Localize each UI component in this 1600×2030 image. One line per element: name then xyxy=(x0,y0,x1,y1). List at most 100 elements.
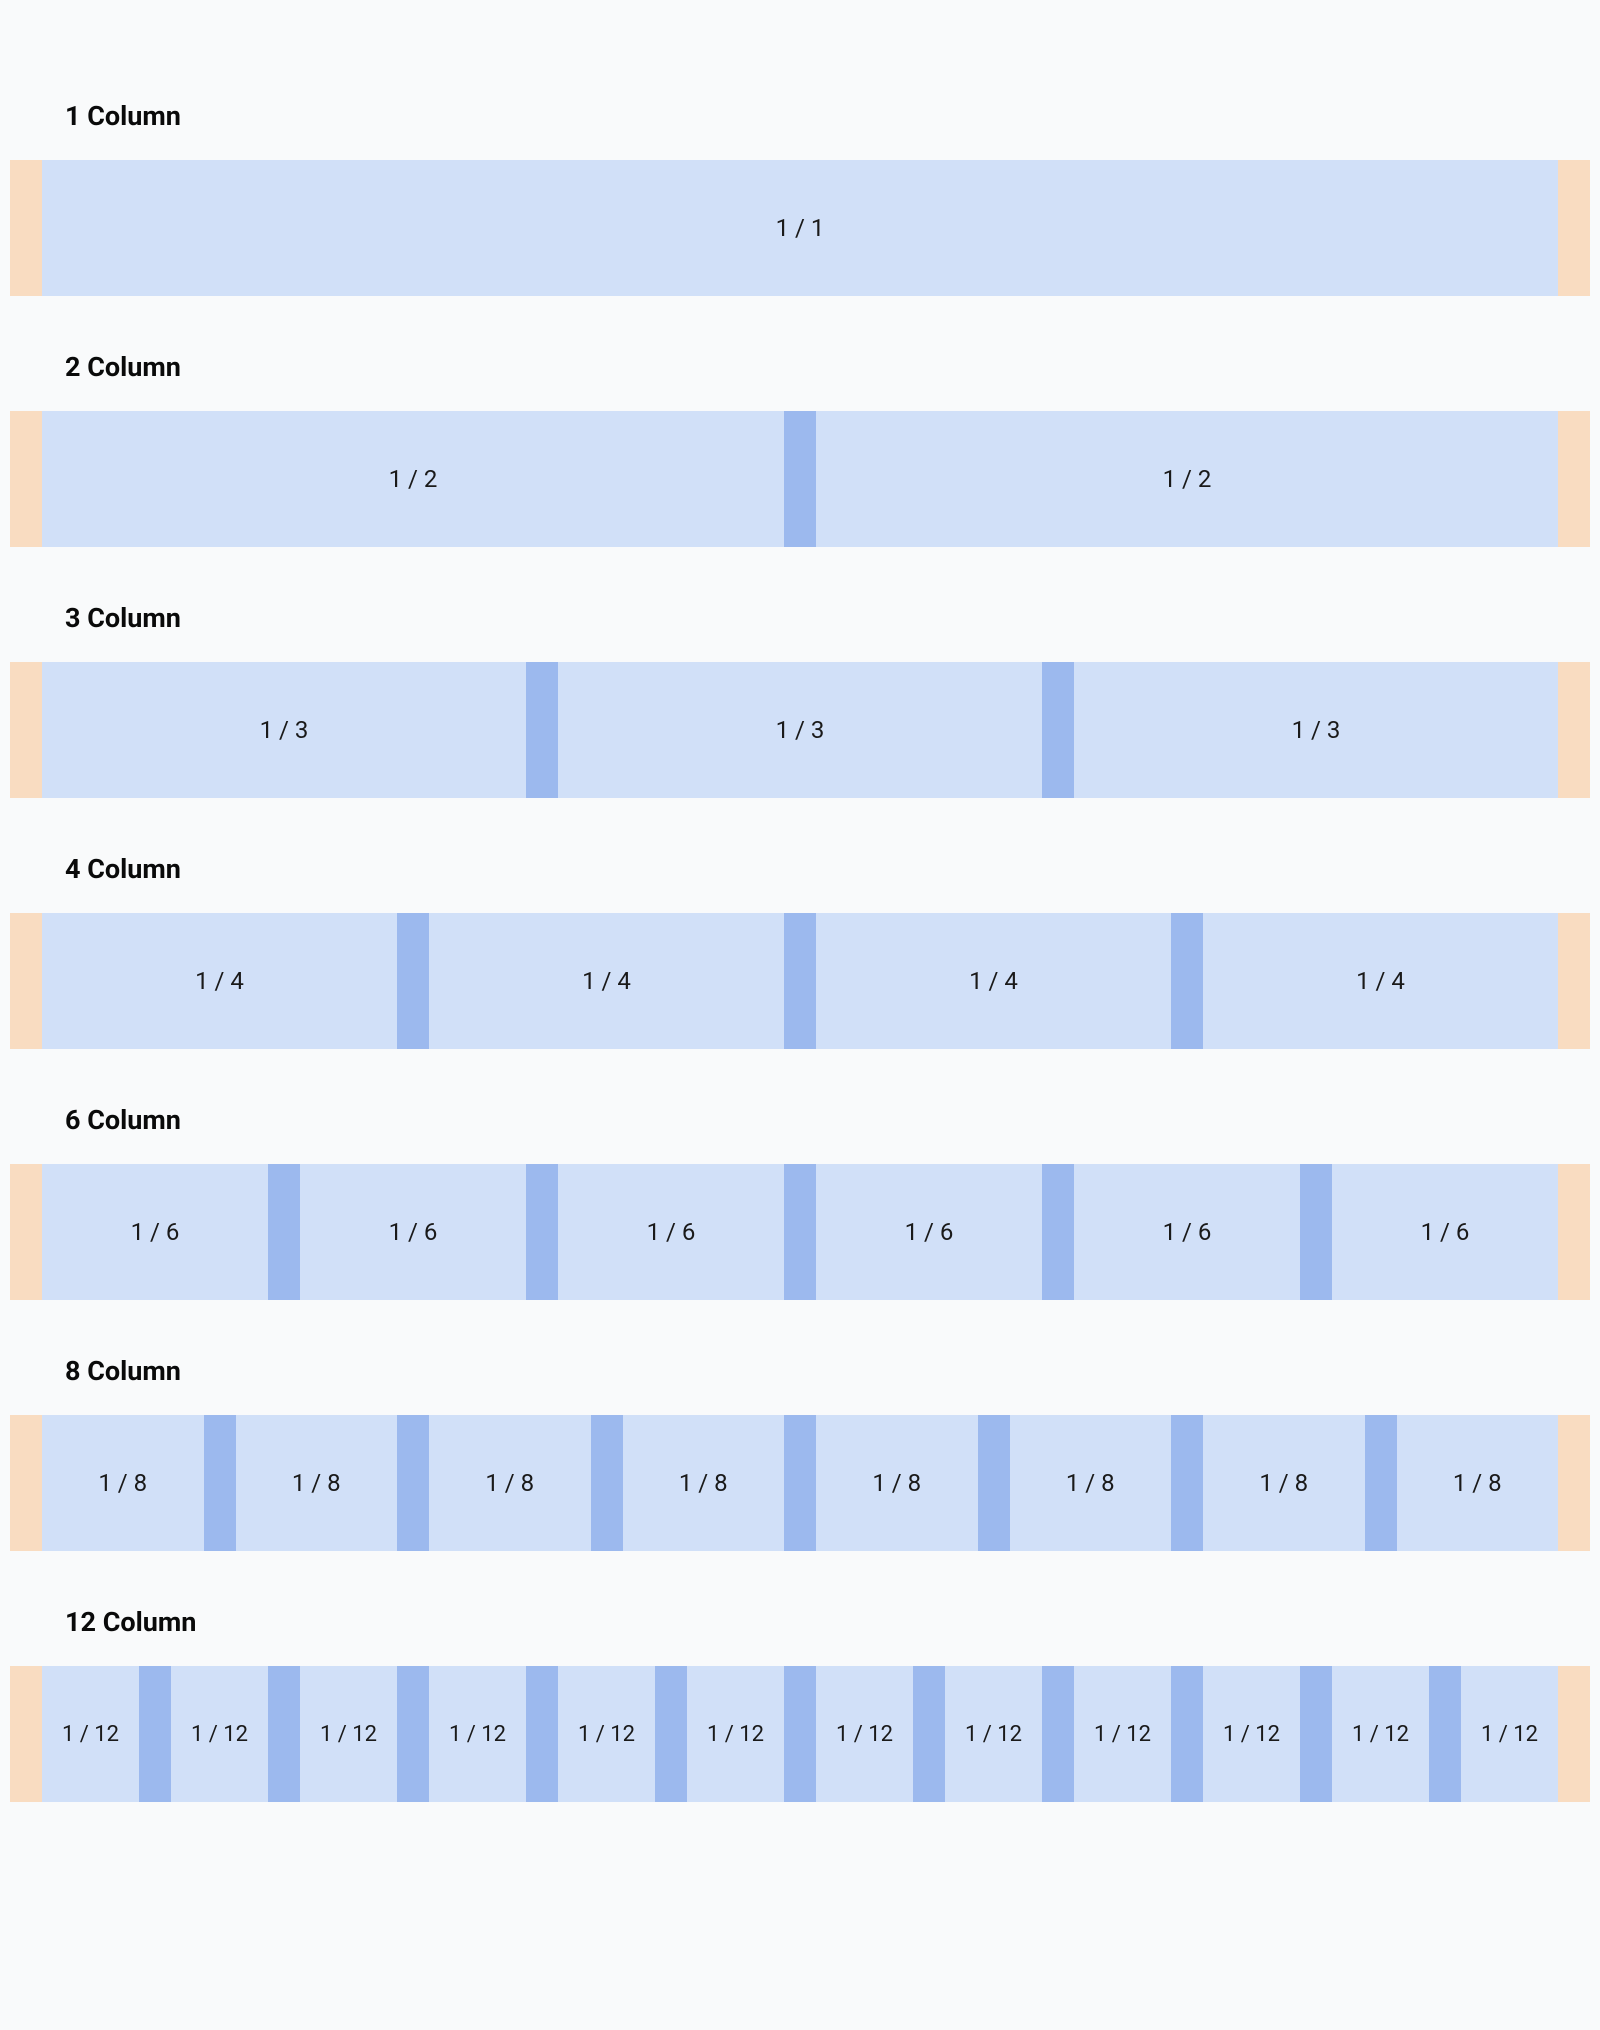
column-cell: 1 / 12 xyxy=(558,1666,655,1802)
margin-right xyxy=(1558,1164,1590,1300)
margin-right xyxy=(1558,411,1590,547)
column-cell: 1 / 12 xyxy=(300,1666,397,1802)
grid-row: 1 / 21 / 2 xyxy=(10,411,1590,547)
column-cell: 1 / 4 xyxy=(1203,913,1558,1049)
column-cell: 1 / 4 xyxy=(429,913,784,1049)
column-cell: 1 / 12 xyxy=(1074,1666,1171,1802)
grid-row: 1 / 81 / 81 / 81 / 81 / 81 / 81 / 81 / 8 xyxy=(10,1415,1590,1551)
margin-right xyxy=(1558,1666,1590,1802)
column-cell: 1 / 6 xyxy=(816,1164,1042,1300)
gutter xyxy=(784,411,816,547)
column-cell: 1 / 8 xyxy=(623,1415,785,1551)
gutter xyxy=(1042,662,1074,798)
column-cell: 1 / 12 xyxy=(429,1666,526,1802)
margin-left xyxy=(10,913,42,1049)
gutter xyxy=(397,1415,429,1551)
section-title: 6 Column xyxy=(65,1104,1590,1136)
grid-row: 1 / 12 1 / 12 1 / 12 1 / 12 1 / 12 1 / 12 1 / … xyxy=(10,1666,1590,1802)
gutter xyxy=(1042,1164,1074,1300)
gutter xyxy=(1300,1666,1332,1802)
column-cell: 1 / 4 xyxy=(816,913,1171,1049)
column-cell: 1 / 12 xyxy=(1461,1666,1558,1802)
column-cell: 1 / 12 xyxy=(1332,1666,1429,1802)
gutter xyxy=(591,1415,623,1551)
gutter xyxy=(655,1666,687,1802)
section-title: 8 Column xyxy=(65,1355,1590,1387)
gutter xyxy=(397,1666,429,1802)
gutter xyxy=(1171,913,1203,1049)
margin-left xyxy=(10,1666,42,1802)
column-cell: 1 / 6 xyxy=(1074,1164,1300,1300)
column-cell: 1 / 8 xyxy=(1203,1415,1365,1551)
margin-right xyxy=(1558,913,1590,1049)
gutter xyxy=(1365,1415,1397,1551)
grid-row: 1 / 1 xyxy=(10,160,1590,296)
margin-left xyxy=(10,1415,42,1551)
gutter xyxy=(526,1164,558,1300)
column-cell: 1 / 2 xyxy=(816,411,1558,547)
grid-row: 1 / 31 / 31 / 3 xyxy=(10,662,1590,798)
grid-section-8col: 8 Column1 / 81 / 81 / 81 / 81 / 81 / 81 … xyxy=(10,1355,1590,1551)
gutter xyxy=(139,1666,171,1802)
gutter xyxy=(784,1164,816,1300)
section-title: 2 Column xyxy=(65,351,1590,383)
margin-right xyxy=(1558,662,1590,798)
column-cell: 1 / 8 xyxy=(1397,1415,1559,1551)
section-title: 1 Column xyxy=(65,100,1590,132)
grid-section-6col: 6 Column1 / 61 / 61 / 61 / 61 / 61 / 6 xyxy=(10,1104,1590,1300)
gutter xyxy=(784,1666,816,1802)
grid-section-1col: 1 Column 1 / 1 xyxy=(10,100,1590,296)
column-cell: 1 / 8 xyxy=(1010,1415,1172,1551)
column-cell: 1 / 8 xyxy=(429,1415,591,1551)
column-cell: 1 / 12 xyxy=(687,1666,784,1802)
gutter xyxy=(1171,1666,1203,1802)
margin-right xyxy=(1558,1415,1590,1551)
column-cell: 1 / 12 xyxy=(42,1666,139,1802)
gutter xyxy=(268,1164,300,1300)
grid-section-4col: 4 Column 1 / 41 / 41 / 41 / 4 xyxy=(10,853,1590,1049)
section-title: 4 Column xyxy=(65,853,1590,885)
gutter xyxy=(1171,1415,1203,1551)
grid-layout-diagram: 1 Column 1 / 1 2 Column 1 / 21 / 2 3 Column 1… xyxy=(10,100,1590,1802)
column-cell: 1 / 3 xyxy=(558,662,1042,798)
section-title: 3 Column xyxy=(65,602,1590,634)
grid-section-12col: 12 Column1 / 121 / 121 / 121 / 121 / 121… xyxy=(10,1606,1590,1802)
column-cell: 1 / 12 xyxy=(945,1666,1042,1802)
gutter xyxy=(1042,1666,1074,1802)
gutter xyxy=(784,913,816,1049)
column-cell: 1 / 6 xyxy=(1332,1164,1558,1300)
gutter xyxy=(1429,1666,1461,1802)
column-cell: 1 / 8 xyxy=(816,1415,978,1551)
gutter xyxy=(784,1415,816,1551)
grid-row: 1 / 61 / 61 / 61 / 61 / 61 / 6 xyxy=(10,1164,1590,1300)
gutter xyxy=(526,1666,558,1802)
column-cell: 1 / 1 xyxy=(42,160,1558,296)
gutter xyxy=(268,1666,300,1802)
gutter xyxy=(978,1415,1010,1551)
column-cell: 1 / 8 xyxy=(42,1415,204,1551)
grid-row: 1 / 41 / 41 / 41 / 4 xyxy=(10,913,1590,1049)
margin-left xyxy=(10,662,42,798)
gutter xyxy=(397,913,429,1049)
margin-left xyxy=(10,1164,42,1300)
grid-section-3col: 3 Column1 / 31 / 31 / 3 xyxy=(10,602,1590,798)
margin-left xyxy=(10,411,42,547)
margin-right xyxy=(1558,160,1590,296)
column-cell: 1 / 12 xyxy=(1203,1666,1300,1802)
gutter xyxy=(913,1666,945,1802)
column-cell: 1 / 3 xyxy=(1074,662,1558,798)
gutter xyxy=(526,662,558,798)
column-cell: 1 / 6 xyxy=(300,1164,526,1300)
column-cell: 1 / 2 xyxy=(42,411,784,547)
section-title: 12 Column xyxy=(65,1606,1590,1638)
margin-left xyxy=(10,160,42,296)
column-cell: 1 / 3 xyxy=(42,662,526,798)
grid-section-2col: 2 Column 1 / 21 / 2 xyxy=(10,351,1590,547)
column-cell: 1 / 8 xyxy=(236,1415,398,1551)
gutter xyxy=(204,1415,236,1551)
column-cell: 1 / 12 xyxy=(816,1666,913,1802)
gutter xyxy=(1300,1164,1332,1300)
column-cell: 1 / 12 xyxy=(171,1666,268,1802)
column-cell: 1 / 6 xyxy=(42,1164,268,1300)
column-cell: 1 / 6 xyxy=(558,1164,784,1300)
